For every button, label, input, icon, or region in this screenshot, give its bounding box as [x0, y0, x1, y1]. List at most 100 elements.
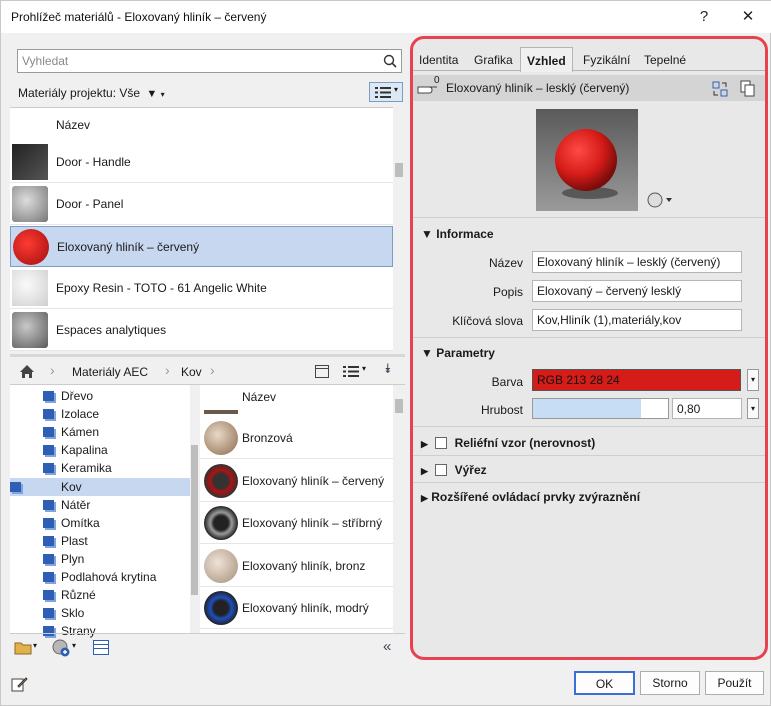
- tree-item[interactable]: Kámen: [43, 423, 99, 441]
- tree-item[interactable]: Omítka: [43, 514, 100, 532]
- section-info[interactable]: ▼ Informace: [421, 227, 494, 241]
- ok-button[interactable]: OK: [574, 671, 635, 695]
- relief-checkbox[interactable]: [435, 437, 448, 449]
- material-thumbnail: [12, 270, 48, 306]
- project-material-row[interactable]: Door - Panel: [10, 184, 393, 225]
- section-cutout-title: Výřez: [454, 463, 487, 477]
- panel-icon[interactable]: [93, 640, 109, 655]
- breadcrumb-separator-icon: ›: [210, 362, 215, 378]
- replace-asset-icon[interactable]: [712, 81, 728, 97]
- tree-item[interactable]: Kapalina: [43, 441, 108, 459]
- tree-item[interactable]: Sklo: [43, 604, 84, 622]
- search-input[interactable]: Vyhledat: [17, 49, 402, 73]
- search-icon[interactable]: [383, 54, 397, 68]
- library-material-row[interactable]: Eloxovaný hliník – stříbrný: [200, 502, 393, 544]
- project-material-label: Espaces analytiques: [56, 323, 167, 337]
- section-params[interactable]: ▼ Parametry: [421, 346, 495, 360]
- view-options-button[interactable]: ▾: [369, 82, 403, 102]
- folder-icon[interactable]: [14, 640, 32, 655]
- tree-item[interactable]: Plyn: [43, 550, 84, 568]
- library-material-row[interactable]: Eloxovaný hliník, modrý: [200, 587, 393, 629]
- project-material-row[interactable]: Espaces analytiques: [10, 310, 393, 351]
- tab-2[interactable]: Vzhled: [520, 47, 573, 72]
- tree-item[interactable]: Nátěr: [43, 496, 90, 514]
- section-advanced[interactable]: ▶ Rozšířené ovládací prvky zvýraznění: [421, 490, 640, 504]
- breadcrumb-item-category[interactable]: Kov: [181, 365, 202, 379]
- expand-icon: ▼: [421, 346, 433, 360]
- tree-item[interactable]: Dřevo: [43, 387, 93, 405]
- tab-3[interactable]: Fyzikální: [583, 53, 630, 67]
- preview-sphere: [536, 109, 638, 211]
- cutout-checkbox[interactable]: [435, 464, 448, 476]
- gloss-label: Hrubost: [480, 403, 523, 417]
- color-field[interactable]: RGB 213 28 24: [532, 369, 741, 391]
- tree-item[interactable]: Různé: [43, 586, 96, 604]
- chevron-down-icon: ▾: [362, 364, 367, 373]
- breadcrumb-item-library[interactable]: Materiály AEC: [72, 365, 148, 379]
- info-keywords-field[interactable]: Kov,Hliník (1),materiály,kov: [532, 309, 742, 331]
- library-list-scrollbar[interactable]: [393, 385, 405, 633]
- info-desc-label: Popis: [492, 285, 523, 299]
- project-material-row[interactable]: Epoxy Resin - TOTO - 61 Angelic White: [10, 268, 393, 309]
- section-relief[interactable]: ▶ Reliéfní vzor (nerovnost): [421, 435, 595, 450]
- color-label: Barva: [491, 375, 523, 389]
- section-params-title: Parametry: [436, 346, 495, 360]
- section-advanced-title: Rozšířené ovládací prvky zvýraznění: [431, 490, 641, 504]
- help-button[interactable]: ?: [691, 5, 717, 29]
- info-desc-field[interactable]: Eloxovaný – červený lesklý: [532, 280, 742, 302]
- list-view-icon[interactable]: [343, 365, 359, 378]
- tab-1[interactable]: Grafika: [474, 53, 513, 67]
- library-material-row[interactable]: Eloxovaný hliník, bronz: [200, 545, 393, 587]
- info-keywords-label: Klíčová slova: [452, 314, 523, 328]
- info-name-field[interactable]: Eloxovaný hliník – lesklý (červený): [532, 251, 742, 273]
- gloss-slider-fill: [533, 399, 641, 418]
- color-dropdown[interactable]: ▾: [747, 369, 759, 391]
- close-button[interactable]: ✕: [735, 5, 761, 29]
- panel-splitter[interactable]: [10, 354, 405, 357]
- project-material-label: Door - Handle: [56, 155, 131, 169]
- project-material-row[interactable]: Eloxovaný hliník – červený: [10, 226, 393, 267]
- create-material-icon[interactable]: [52, 639, 70, 657]
- library-material-row[interactable]: Eloxovaný hliník – červený: [200, 460, 393, 502]
- tree-item[interactable]: Keramika: [43, 459, 112, 477]
- material-preview: [536, 109, 638, 211]
- home-icon[interactable]: [19, 364, 35, 379]
- material-thumbnail: [204, 591, 238, 625]
- gloss-slider[interactable]: [532, 398, 669, 419]
- tab-4[interactable]: Tepelné: [644, 53, 686, 67]
- duplicate-asset-icon[interactable]: [740, 80, 756, 97]
- cancel-button[interactable]: Storno: [640, 671, 700, 695]
- gloss-dropdown[interactable]: ▾: [747, 398, 759, 419]
- collapse-left-icon[interactable]: «: [383, 638, 391, 655]
- section-cutout[interactable]: ▶ Výřez: [421, 462, 487, 477]
- library-material-label: Bronzová: [242, 431, 293, 445]
- project-list-scrollbar[interactable]: [393, 107, 405, 350]
- preview-options-icon[interactable]: [647, 192, 673, 208]
- collapsed-icon: ▶: [421, 439, 428, 449]
- search-placeholder: Vyhledat: [22, 54, 69, 68]
- left-bottom-toolbar: ▾ ▾ «: [10, 633, 405, 663]
- tree-item[interactable]: Plast: [43, 532, 88, 550]
- tree-item[interactable]: Izolace: [43, 405, 99, 423]
- project-material-label: Eloxovaný hliník – červený: [57, 240, 200, 254]
- tab-0[interactable]: Identita: [419, 53, 458, 67]
- material-editor-panel: Identita Grafika Vzhled Fyzikální Tepelné 0 …: [410, 36, 768, 660]
- edit-notes-icon[interactable]: [11, 676, 28, 692]
- apply-button[interactable]: Použít: [705, 671, 764, 695]
- library-material-row[interactable]: Bronzová: [200, 417, 393, 459]
- collapse-down-icon[interactable]: ⯯: [384, 361, 392, 377]
- chevron-down-icon: ▾: [394, 85, 399, 94]
- gloss-value[interactable]: 0,80: [672, 398, 742, 419]
- tree-item[interactable]: Kov: [10, 477, 190, 496]
- title-bar: Prohlížeč materiálů - Eloxovaný hliník –…: [1, 1, 771, 33]
- section-info-title: Informace: [436, 227, 494, 241]
- info-name-label: Název: [488, 256, 523, 270]
- panel-layout-icon[interactable]: [315, 365, 329, 378]
- tree-item[interactable]: Podlahová krytina: [43, 568, 156, 586]
- section-relief-title: Reliéfní vzor (nerovnost): [454, 436, 596, 450]
- material-browser-window: Prohlížeč materiálů - Eloxovaný hliník –…: [0, 0, 771, 706]
- list-view-icon: [375, 87, 391, 98]
- project-filter[interactable]: Materiály projektu: Vše ▼ ▾: [18, 86, 165, 100]
- tree-scrollbar[interactable]: [190, 385, 199, 633]
- project-material-row[interactable]: Door - Handle: [10, 142, 393, 183]
